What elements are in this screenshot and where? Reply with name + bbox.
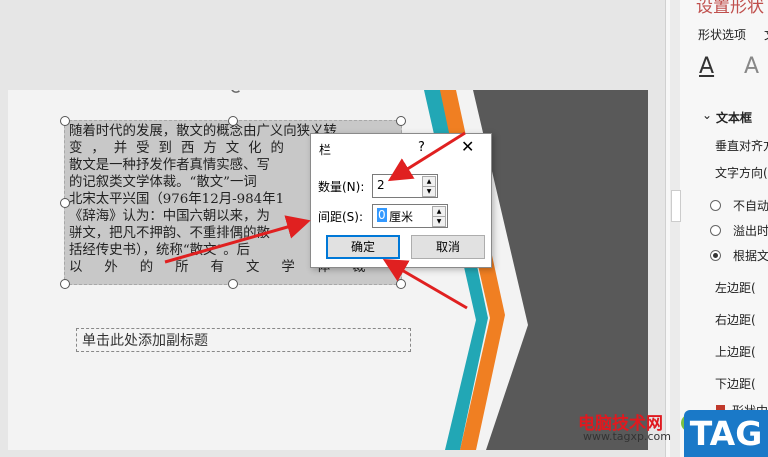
- cancel-button[interactable]: 取消: [411, 235, 485, 259]
- shrink-label: 溢出时: [733, 224, 768, 238]
- spacing-spinner[interactable]: 0 厘米 ▲ ▼: [372, 204, 448, 228]
- vertical-align-label: 垂直对齐方: [715, 139, 768, 153]
- count-value[interactable]: 2: [377, 178, 385, 192]
- spin-down-icon[interactable]: ▼: [432, 216, 446, 227]
- help-button[interactable]: ?: [418, 140, 425, 155]
- resize-handle[interactable]: [228, 116, 238, 126]
- spacing-unit: 厘米: [389, 210, 414, 224]
- panel-title: 设置形状: [696, 0, 764, 17]
- resize-handle[interactable]: [396, 116, 406, 126]
- resize-label: 根据文: [733, 249, 768, 263]
- resize-handle[interactable]: [60, 198, 70, 208]
- text-fill-icon[interactable]: A: [699, 54, 714, 79]
- count-spinner[interactable]: 2 ▲ ▼: [372, 174, 438, 198]
- spacing-value[interactable]: 0: [377, 208, 387, 222]
- watermark-url: www.tagxp.com: [583, 430, 671, 443]
- format-shape-panel: 设置形状 形状选项 文 A A ⌄ 文本框 垂直对齐方 文字方向( 不自动 溢出…: [665, 0, 768, 457]
- chevron-down-icon[interactable]: ⌄: [702, 108, 712, 122]
- rotate-handle-icon[interactable]: ⟳: [230, 90, 245, 99]
- close-icon[interactable]: ✕: [461, 137, 474, 156]
- radio-no-autofit[interactable]: [710, 200, 721, 211]
- resize-handle[interactable]: [60, 279, 70, 289]
- dialog-title: 栏: [319, 143, 332, 157]
- radio-resize-shape[interactable]: [710, 250, 721, 261]
- text-direction-label: 文字方向(: [715, 166, 768, 180]
- spin-down-icon[interactable]: ▼: [422, 186, 436, 197]
- radio-shrink-on-overflow[interactable]: [710, 225, 721, 236]
- tab-text-options[interactable]: 文: [764, 26, 768, 43]
- resize-handle[interactable]: [228, 279, 238, 289]
- resize-handle[interactable]: [396, 279, 406, 289]
- spacing-label: 间距(S):: [318, 210, 364, 224]
- section-textbox: 文本框: [716, 111, 753, 125]
- ok-button[interactable]: 确定: [326, 235, 400, 259]
- columns-dialog: 栏 ? ✕ 数量(N): 2 ▲ ▼ 间距(S): 0 厘米 ▲ ▼ 确定 取消: [310, 133, 492, 268]
- text-effect-icon[interactable]: A: [744, 54, 759, 79]
- subtitle-placeholder[interactable]: 单击此处添加副标题: [76, 328, 411, 352]
- scrollbar-thumb[interactable]: [671, 190, 681, 222]
- panel-scrollbar[interactable]: [670, 0, 681, 457]
- no-autofit-label: 不自动: [733, 199, 768, 213]
- left-margin-label: 左边距(: [715, 281, 756, 295]
- resize-handle[interactable]: [60, 116, 70, 126]
- bottom-margin-label: 下边距(: [715, 377, 756, 391]
- count-label: 数量(N):: [318, 180, 365, 194]
- tab-shape-options[interactable]: 形状选项: [698, 26, 746, 43]
- top-margin-label: 上边距(: [715, 345, 756, 359]
- right-margin-label: 右边距(: [715, 313, 756, 327]
- watermark-tag-badge: TAG: [684, 410, 768, 457]
